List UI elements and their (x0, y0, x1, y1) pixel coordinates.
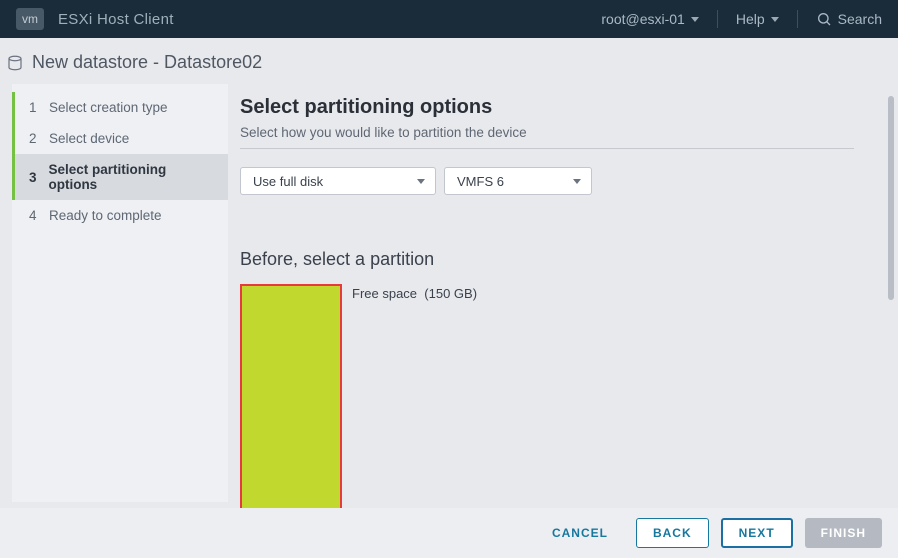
step-number: 3 (29, 170, 48, 185)
vmware-logo: vm (16, 8, 44, 30)
vmfs-version-dropdown[interactable]: VMFS 6 (444, 167, 592, 195)
step-select-device[interactable]: 2 Select device (12, 123, 228, 154)
content-subtitle: Select how you would like to partition t… (240, 125, 862, 140)
content-title: Select partitioning options (240, 96, 862, 119)
step-label: Select partitioning options (48, 162, 214, 192)
top-bar: vm ESXi Host Client root@esxi-01 Help Se… (0, 0, 898, 38)
partition-area: Free space (150 GB) (240, 284, 862, 536)
disk-mode-dropdown[interactable]: Use full disk (240, 167, 436, 195)
step-number: 4 (29, 208, 49, 223)
divider (240, 148, 854, 149)
chevron-down-icon (771, 17, 779, 22)
chevron-down-icon (573, 179, 581, 184)
dropdown-row: Use full disk VMFS 6 (240, 167, 862, 195)
step-number: 2 (29, 131, 49, 146)
help-menu[interactable]: Help (736, 11, 779, 27)
wizard-footer: CANCEL BACK NEXT FINISH (0, 508, 898, 558)
steps-column: 1 Select creation type 2 Select device 3… (12, 84, 228, 502)
back-button[interactable]: BACK (636, 518, 709, 548)
wizard-title: New datastore - Datastore02 (32, 52, 262, 73)
next-button[interactable]: NEXT (721, 518, 793, 548)
step-ready-complete[interactable]: 4 Ready to complete (12, 200, 228, 231)
search-label: Search (838, 11, 882, 27)
vmfs-version-value: VMFS 6 (457, 174, 504, 189)
chevron-down-icon (691, 17, 699, 22)
content-column: Select partitioning options Select how y… (228, 84, 886, 502)
scrollbar[interactable] (888, 96, 894, 300)
partition-label: Free space (150 GB) (352, 284, 477, 301)
step-label: Select creation type (49, 100, 168, 115)
disk-mode-value: Use full disk (253, 174, 323, 189)
finish-button[interactable]: FINISH (805, 518, 882, 548)
step-creation-type[interactable]: 1 Select creation type (12, 92, 228, 123)
topbar-divider (797, 10, 798, 28)
step-label: Select device (49, 131, 129, 146)
datastore-icon (6, 54, 24, 72)
step-number: 1 (29, 100, 49, 115)
user-menu[interactable]: root@esxi-01 (601, 11, 698, 27)
chevron-down-icon (417, 179, 425, 184)
search-button[interactable]: Search (816, 11, 882, 27)
partition-block-freespace[interactable] (240, 284, 342, 536)
help-label: Help (736, 11, 765, 27)
search-icon (816, 11, 832, 27)
cancel-button[interactable]: CANCEL (536, 518, 624, 548)
step-label: Ready to complete (49, 208, 162, 223)
step-partitioning-options[interactable]: 3 Select partitioning options (12, 154, 228, 200)
wizard-body: 1 Select creation type 2 Select device 3… (12, 84, 886, 502)
wizard-header: New datastore - Datastore02 (0, 38, 898, 79)
partition-name: Free space (352, 286, 417, 301)
before-partition-title: Before, select a partition (240, 249, 862, 270)
partition-size: (150 GB) (424, 286, 477, 301)
topbar-divider (717, 10, 718, 28)
user-label: root@esxi-01 (601, 11, 684, 27)
app-title: ESXi Host Client (58, 11, 174, 28)
topbar-right: root@esxi-01 Help Search (601, 10, 882, 28)
